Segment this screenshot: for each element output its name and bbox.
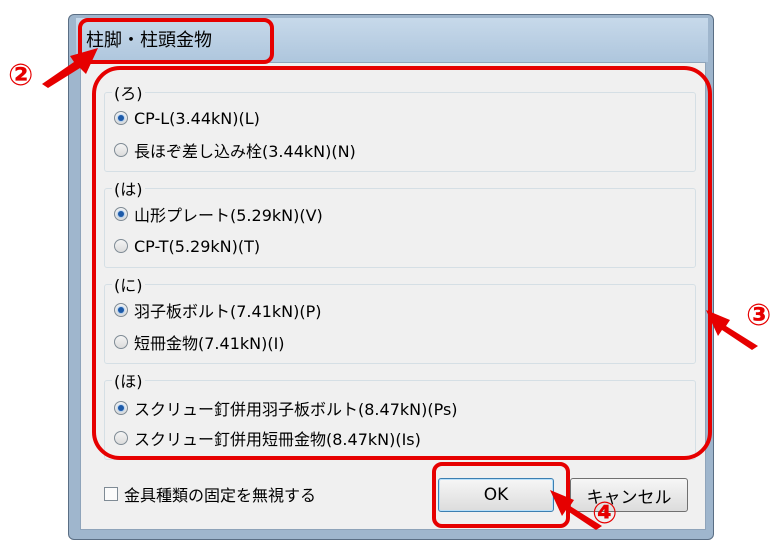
annotation-marker-3: ③	[746, 298, 772, 333]
checkbox-label: 金具種類の固定を無視する	[124, 486, 317, 505]
title-highlight-box	[78, 18, 274, 64]
checkbox-icon[interactable]	[104, 487, 118, 501]
annotation-marker-2: ②	[8, 58, 34, 93]
ignore-fixed-checkbox[interactable]: 金具種類の固定を無視する	[104, 482, 316, 506]
options-highlight-box	[92, 66, 712, 460]
annotation-marker-4: ④	[592, 496, 618, 531]
arrow-to-title-icon	[42, 48, 98, 88]
